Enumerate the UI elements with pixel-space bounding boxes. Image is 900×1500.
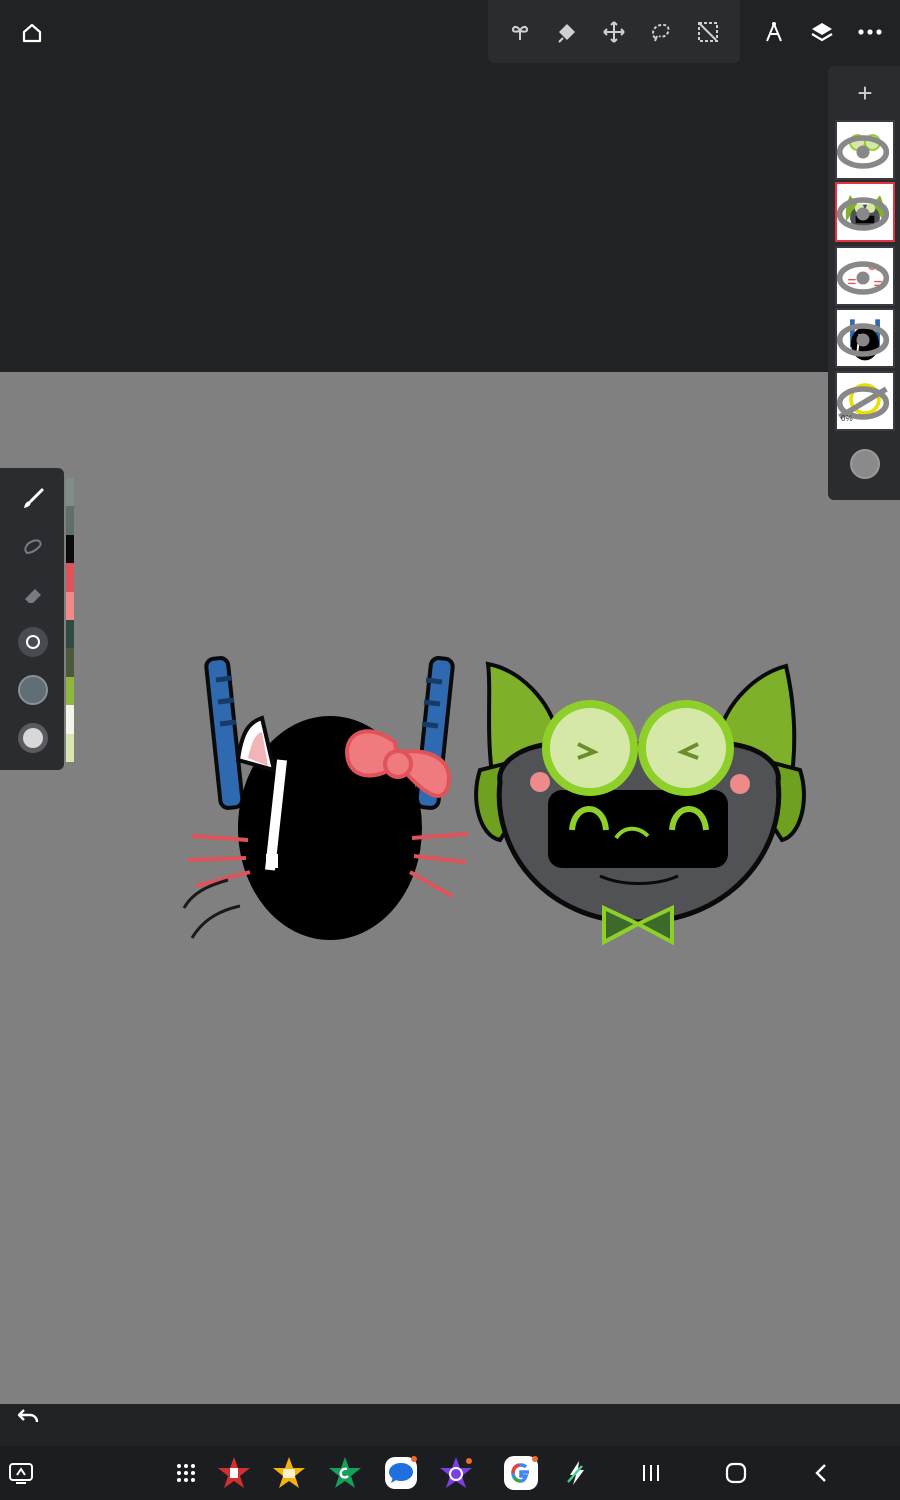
undo-button[interactable] [16,1406,48,1430]
palette-swatch[interactable] [66,705,74,734]
palette-swatch[interactable] [66,478,74,507]
purple-star-app-icon [440,1457,472,1488]
visibility-eye-icon[interactable] [835,186,891,242]
palette-swatch[interactable] [66,648,74,677]
app-drawer-button[interactable] [167,1455,205,1491]
palette-swatch[interactable] [66,534,74,564]
move-icon [603,20,625,43]
purple-star-app[interactable] [437,1455,475,1491]
green-cat-drawing [474,661,806,946]
palette-swatch[interactable] [66,563,74,592]
move-button[interactable] [596,14,632,50]
adjustments-button[interactable] [502,14,538,50]
screen-capture-button[interactable] [2,1455,40,1491]
more-button[interactable] [852,14,888,50]
green-star-app-icon [329,1457,361,1488]
add-layer-button[interactable]: + [850,78,880,108]
layers-panel: + 0% [828,66,900,500]
brush-size-icon [18,627,48,657]
recents-button[interactable] [632,1455,670,1491]
eraser-icon [25,589,41,603]
google-app-icon [504,1456,538,1490]
brush-button[interactable] [16,482,50,516]
visibility-eye-icon[interactable] [835,124,891,180]
drawing-app: + 0% [0,0,900,1500]
layers-button[interactable] [804,14,840,50]
eraser-button[interactable] [16,578,50,612]
palette-swatch[interactable] [66,676,74,706]
lasso-icon [652,23,670,41]
layer-thumb-bow-whiskers[interactable] [835,246,895,306]
flash-app-icon [567,1461,584,1485]
brush-size-control[interactable] [16,625,50,659]
home-icon [22,23,42,43]
layer-thumb-green-cat[interactable] [835,182,895,242]
transform-toolbar [488,0,740,63]
layer-color-button[interactable] [850,449,880,479]
opacity-control[interactable] [16,721,50,755]
opacity-icon [18,723,48,753]
color-palette [66,478,74,763]
brush-toolbar [0,468,64,770]
layer-thumb-glow-ring[interactable]: 0% [835,371,895,431]
smudge-button[interactable] [16,530,50,564]
brush-icon [24,488,44,508]
helmet-cat-drawing [182,656,469,940]
undo-icon [17,1409,39,1423]
back-button[interactable] [802,1455,840,1491]
smudge-icon [24,539,42,555]
layer-opacity-label: 0% [841,414,853,423]
transform-button[interactable] [690,14,726,50]
palette-swatch[interactable] [66,733,74,763]
flash-app[interactable] [558,1455,596,1491]
palette-swatch[interactable] [66,620,74,649]
palette-swatch[interactable] [66,506,74,535]
red-star-app-icon [218,1457,250,1488]
undo-bar [0,1404,900,1446]
messages-app-icon [385,1456,417,1489]
yellow-star-app[interactable] [270,1455,308,1491]
lasso-button[interactable] [643,14,679,50]
right-toolbar [756,14,888,50]
color-swatch-icon [18,675,48,705]
red-star-app[interactable] [215,1455,253,1491]
more-icon [858,29,882,35]
ruler-button[interactable] [756,14,792,50]
system-nav-bar [0,1446,900,1500]
green-star-app[interactable] [326,1455,364,1491]
layer-thumb-helmet[interactable] [835,308,895,368]
palette-swatch[interactable] [66,591,74,621]
home-button[interactable] [14,16,50,50]
selection-fill-icon [558,23,575,43]
layers-icon [811,23,833,42]
transform-icon [698,21,719,42]
ruler-icon [766,22,782,42]
google-app[interactable] [502,1455,540,1491]
app-drawer-icon [177,1464,195,1482]
messages-app[interactable] [382,1455,420,1491]
back-icon [815,1464,826,1482]
visibility-eye-icon[interactable] [835,250,891,306]
color-swatch-button[interactable] [16,673,50,707]
adjustments-icon [511,25,528,40]
recents-icon [643,1465,659,1481]
home-nav-icon [725,1462,747,1484]
selection-fill-button[interactable] [549,14,585,50]
visibility-eye-icon[interactable] [835,312,891,368]
yellow-star-app-icon [273,1457,305,1488]
layer-thumb-goggles[interactable] [835,120,895,180]
home-nav-button[interactable] [717,1455,755,1491]
artwork [182,656,806,946]
screen-capture-icon [9,1463,33,1484]
